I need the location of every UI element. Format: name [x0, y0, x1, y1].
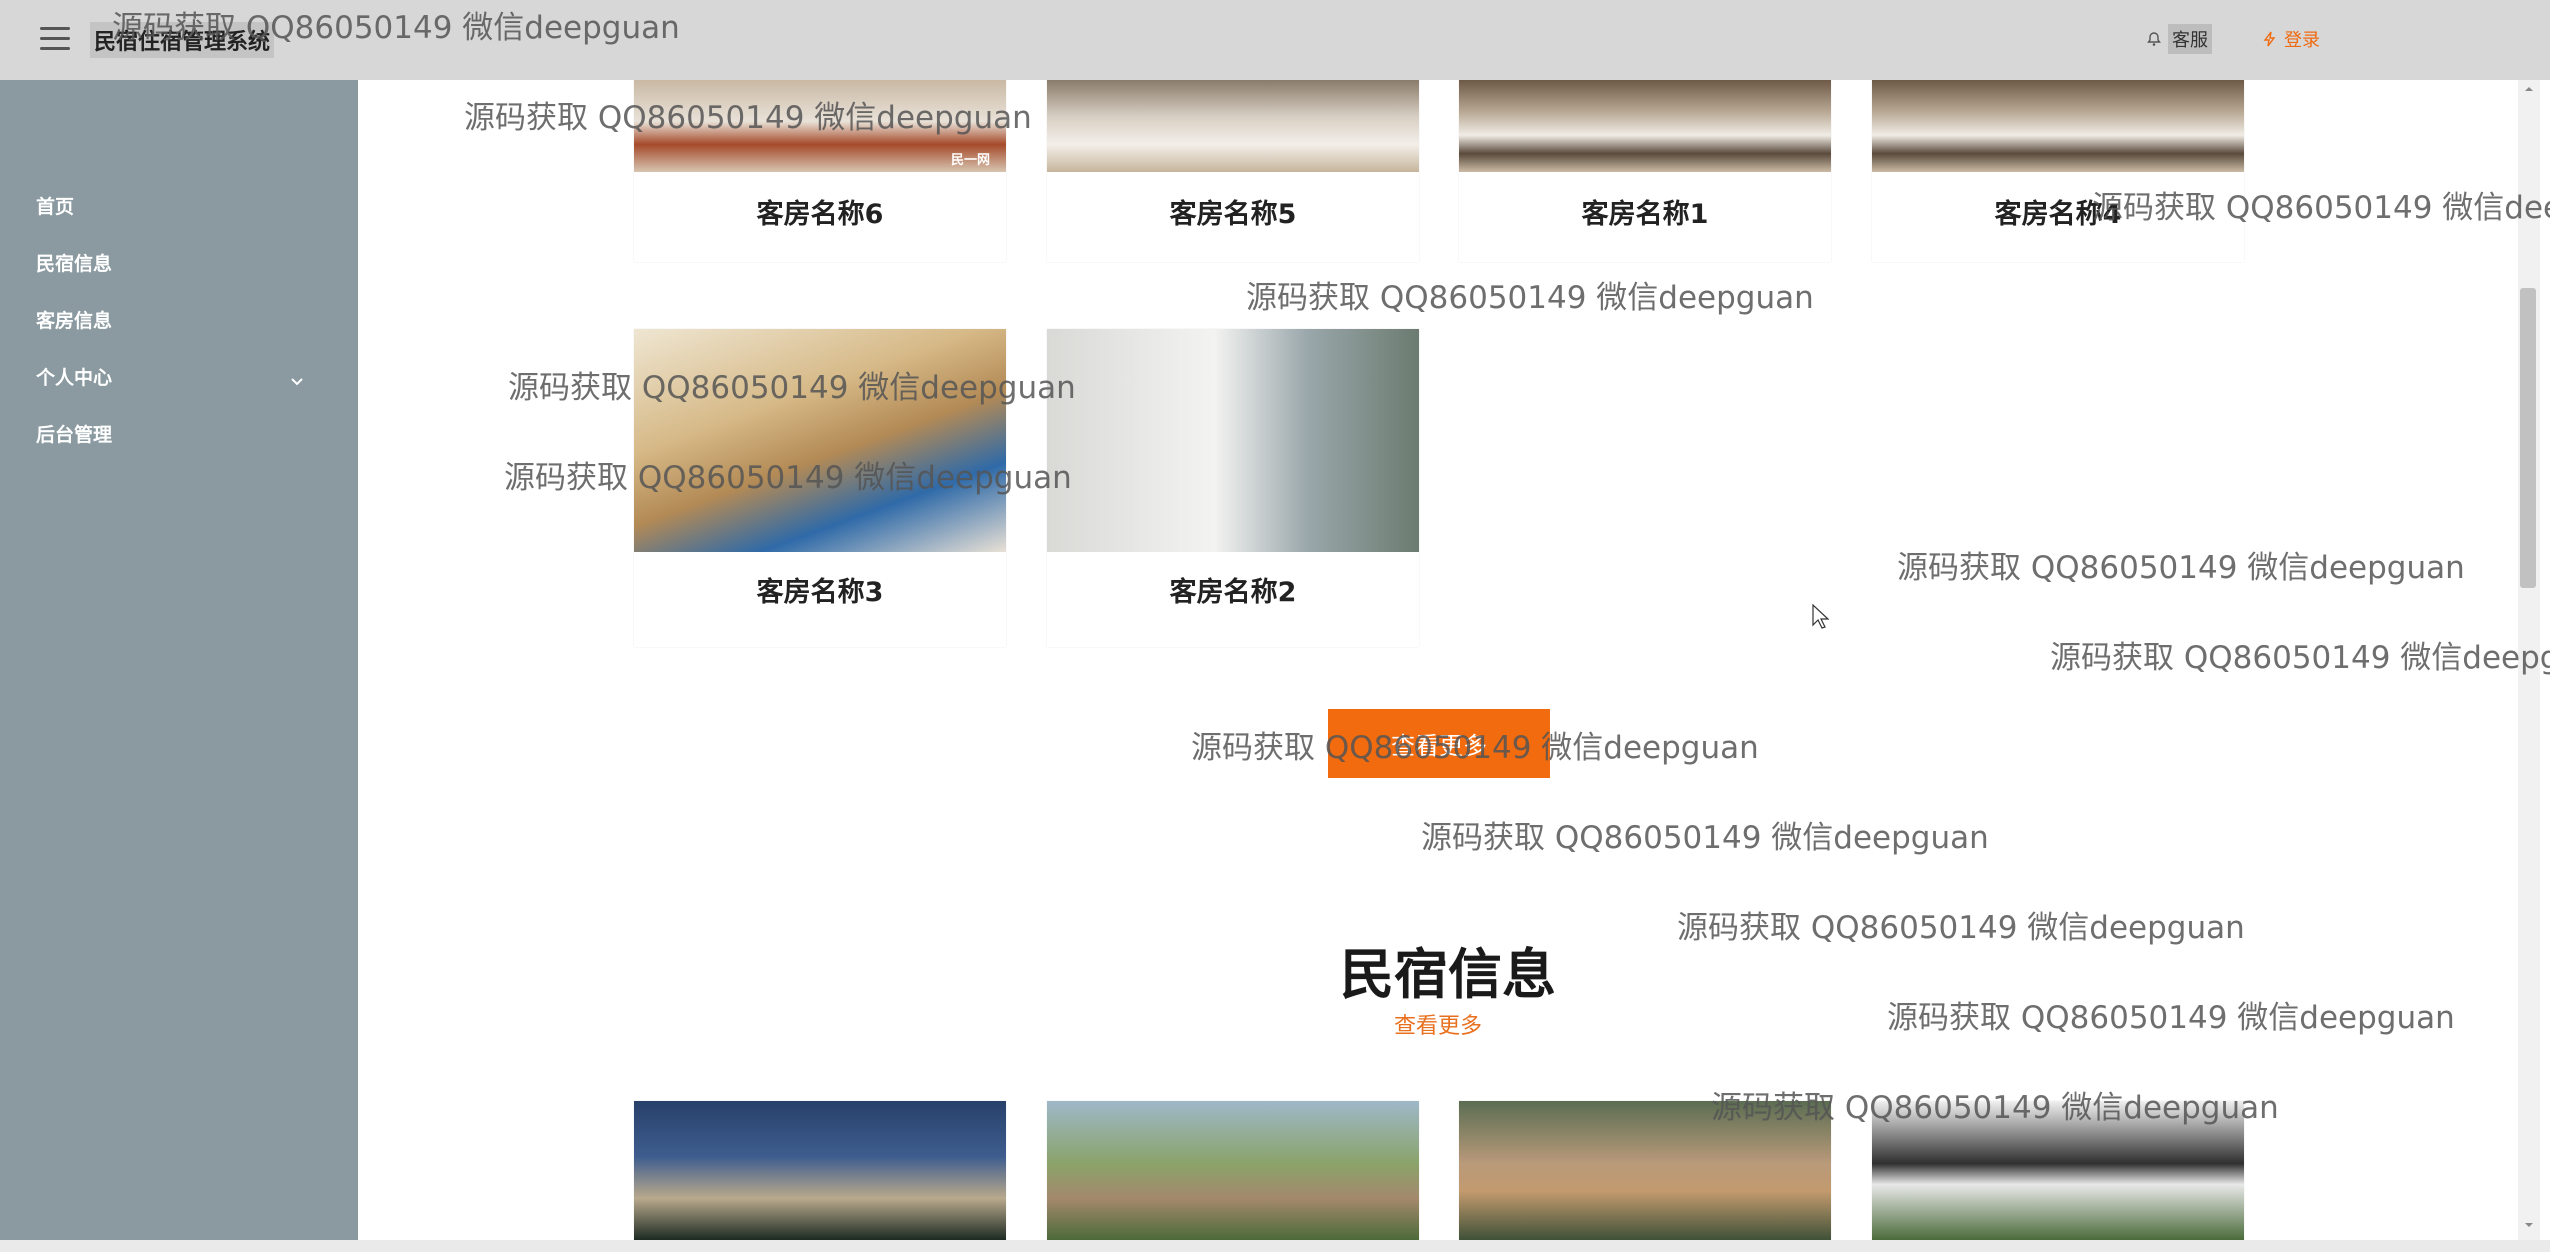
scroll-down-icon[interactable]: [2522, 1218, 2536, 1232]
sidebar-item-admin[interactable]: 后台管理: [36, 420, 316, 447]
sidebar-item-home[interactable]: 首页: [36, 192, 316, 219]
room-card[interactable]: 客房名称3: [634, 329, 1006, 647]
room-card[interactable]: 客房名称2: [1047, 329, 1419, 647]
room-name: 客房名称1: [1581, 199, 1709, 230]
room-name: 客房名称2: [1169, 577, 1297, 608]
chevron-down-icon[interactable]: [290, 375, 304, 389]
scrollbar-thumb[interactable]: [2520, 288, 2536, 588]
room-image: [1047, 80, 1419, 172]
watermark-text: 源码获取 QQ86050149 微信deepguan: [1887, 1000, 2455, 1036]
room-name: 客房名称3: [756, 577, 884, 608]
room-image: [634, 329, 1006, 552]
watermark-text: 源码获取 QQ86050149 微信deepguan: [2050, 640, 2550, 676]
sidebar-item-personal-center[interactable]: 个人中心: [36, 363, 316, 390]
room-card[interactable]: 客房名称5: [1047, 80, 1419, 262]
room-image: [1872, 80, 2244, 172]
load-more-button[interactable]: 查看更多: [1328, 709, 1550, 778]
watermark-text: 源码获取 QQ86050149 微信deepguan: [1677, 910, 2245, 946]
top-bar: 民宿住宿管理系统 客服 登录: [0, 0, 2550, 80]
homestay-card[interactable]: [1047, 1101, 1419, 1240]
homestay-image: [1459, 1101, 1831, 1240]
room-image: 民一网: [634, 80, 1006, 172]
homestay-image: [1047, 1101, 1419, 1240]
homestay-card[interactable]: [1459, 1101, 1831, 1240]
homestay-image: [1872, 1101, 2244, 1240]
vertical-scrollbar[interactable]: [2518, 80, 2540, 1240]
homestay-image: [634, 1101, 1006, 1240]
room-card[interactable]: 客房名称4: [1872, 80, 2244, 262]
see-more-link[interactable]: 查看更多: [1394, 1008, 1482, 1040]
sidebar-item-room-info[interactable]: 客房信息: [36, 306, 316, 333]
login-link[interactable]: 登录: [2262, 26, 2320, 52]
room-card[interactable]: 民一网 客房名称6: [634, 80, 1006, 262]
homestay-card[interactable]: [1872, 1101, 2244, 1240]
mouse-cursor-icon: [1812, 604, 1830, 629]
section-title: 民宿信息: [1340, 943, 1556, 1006]
login-label: 登录: [2284, 30, 2320, 51]
room-name: 客房名称5: [1169, 199, 1297, 230]
menu-icon[interactable]: [40, 27, 70, 51]
room-name: 客房名称4: [1994, 199, 2122, 230]
watermark-text: 源码获取 QQ86050149 微信deepguan: [1246, 280, 1814, 316]
room-badge: 民一网: [950, 153, 990, 168]
horizontal-scrollbar[interactable]: [0, 1240, 2550, 1252]
top-actions: 客服 登录: [2146, 24, 2320, 54]
service-label: 客服: [2168, 24, 2212, 54]
homestay-card[interactable]: [634, 1101, 1006, 1240]
service-link[interactable]: 客服: [2146, 24, 2212, 54]
bell-icon: [2147, 32, 2161, 46]
room-image: [1047, 329, 1419, 552]
room-name: 客房名称6: [756, 199, 884, 230]
watermark-text: 源码获取 QQ86050149 微信deepguan: [1421, 820, 1989, 856]
watermark-text: 源码获取 QQ86050149 微信deepguan: [1897, 550, 2465, 586]
room-image: [1459, 80, 1831, 172]
lightning-icon: [2263, 31, 2276, 47]
sidebar-item-homestay-info[interactable]: 民宿信息: [36, 249, 316, 276]
app-title: 民宿住宿管理系统: [90, 22, 275, 58]
room-card[interactable]: 客房名称1: [1459, 80, 1831, 262]
scroll-up-icon[interactable]: [2522, 82, 2536, 96]
